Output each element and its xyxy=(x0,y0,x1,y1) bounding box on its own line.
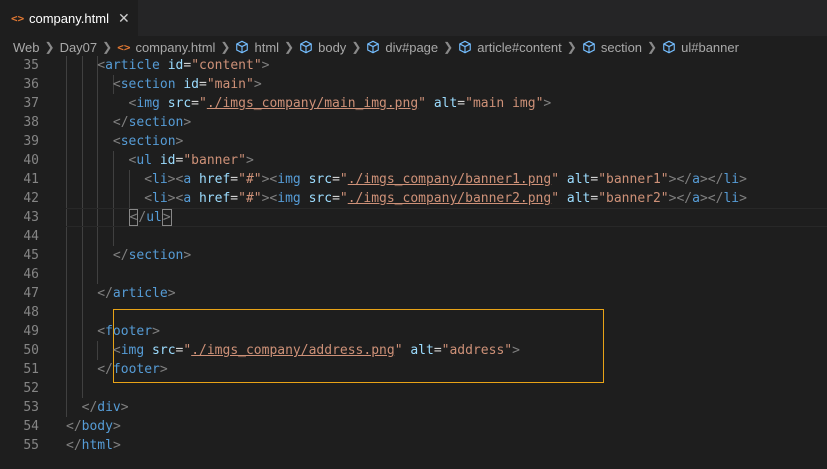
code-line: 36 <section id="main"> xyxy=(0,75,827,94)
code-text: </ul> xyxy=(128,209,172,226)
breadcrumb-item[interactable]: section xyxy=(582,40,642,55)
code-line: 41 <li><a href="#"><img src="./imgs_compa… xyxy=(0,170,827,189)
line-number: 39 xyxy=(23,134,39,149)
code-text: <footer> xyxy=(97,324,160,339)
code-line: 52 xyxy=(0,379,827,398)
code-line: 49 <footer> xyxy=(0,322,827,341)
chevron-right-icon: ❯ xyxy=(443,40,454,54)
code-text: </div> xyxy=(81,400,129,415)
breadcrumb-label: Day07 xyxy=(59,39,98,55)
code-text: </footer> xyxy=(97,362,168,377)
code-line: 46 xyxy=(0,265,827,284)
code-text: <section id="main"> xyxy=(112,77,262,92)
line-number: 43 xyxy=(23,210,39,225)
line-number: 45 xyxy=(23,248,39,263)
code-text: </section> xyxy=(112,248,192,263)
editor-tab-company-html[interactable]: <> company.html ✕ xyxy=(0,0,138,36)
cube-icon xyxy=(662,40,676,54)
code-text: <section> xyxy=(112,134,184,149)
code-text: </body> xyxy=(66,419,121,434)
line-number: 53 xyxy=(23,400,39,415)
chevron-right-icon: ❯ xyxy=(44,40,55,54)
code-line: 54 </body> xyxy=(0,417,827,436)
breadcrumb-label: div#page xyxy=(385,39,439,55)
line-number: 37 xyxy=(23,96,39,111)
line-number: 40 xyxy=(23,153,39,168)
line-number: 47 xyxy=(23,286,39,301)
code-line: 47 </article> xyxy=(0,284,827,303)
line-number: 50 xyxy=(23,343,39,358)
code-line: 45 </section> xyxy=(0,246,827,265)
breadcrumb-item[interactable]: html xyxy=(235,40,279,55)
line-number: 42 xyxy=(23,191,39,206)
code-line: 39 <section> xyxy=(0,132,827,151)
breadcrumb-label: article#content xyxy=(477,39,562,55)
tab-bar: <> company.html ✕ xyxy=(0,0,827,36)
code-text: <img src="./imgs_company/main_img.png" a… xyxy=(128,96,552,111)
line-number: 52 xyxy=(23,381,39,396)
chevron-right-icon: ❯ xyxy=(351,40,362,54)
code-text: <article id="content"> xyxy=(97,58,270,73)
code-line: 55 </html> xyxy=(0,436,827,455)
code-line: 42 <li><a href="#"><img src="./imgs_compa… xyxy=(0,189,827,208)
code-line: 51 </footer> xyxy=(0,360,827,379)
line-number: 51 xyxy=(23,362,39,377)
html-file-icon: <> xyxy=(117,40,131,54)
code-text: <ul id="banner"> xyxy=(128,153,254,168)
chevron-right-icon: ❯ xyxy=(566,40,577,54)
code-line: 43 </ul> xyxy=(0,208,827,227)
chevron-right-icon: ❯ xyxy=(102,40,113,54)
breadcrumb-label: html xyxy=(254,39,280,55)
code-line: 44 xyxy=(0,227,827,246)
cube-icon xyxy=(582,40,596,54)
html-file-icon: <> xyxy=(11,11,25,25)
breadcrumb-item[interactable]: div#page xyxy=(366,40,438,55)
cube-icon xyxy=(366,40,380,54)
cube-icon xyxy=(458,40,472,54)
code-line: 50 <img src="./imgs_company/address.png" … xyxy=(0,341,827,360)
line-number: 55 xyxy=(23,438,39,453)
cube-icon xyxy=(235,40,249,54)
breadcrumb: Web ❯ Day07 ❯ <> company.html ❯ html ❯ body ❯ div#p… xyxy=(0,36,827,58)
breadcrumb-item[interactable]: article#content xyxy=(458,40,562,55)
code-editor[interactable]: 35 <article id="content"> 36 <section id="m… xyxy=(0,56,827,469)
code-line: 53 </div> xyxy=(0,398,827,417)
chevron-right-icon: ❯ xyxy=(647,40,658,54)
breadcrumb-item[interactable]: body xyxy=(299,40,346,55)
close-icon[interactable]: ✕ xyxy=(118,10,130,27)
line-number: 36 xyxy=(23,77,39,92)
chevron-right-icon: ❯ xyxy=(284,40,295,54)
line-number: 49 xyxy=(23,324,39,339)
breadcrumb-label: company.html xyxy=(135,39,216,55)
code-text: <img src="./imgs_company/address.png" al… xyxy=(112,343,520,358)
tab-title: company.html xyxy=(29,10,109,26)
code-text: <li><a href="#"><img src="./imgs_company… xyxy=(144,191,747,206)
chevron-right-icon: ❯ xyxy=(220,40,231,54)
line-number: 48 xyxy=(23,305,39,320)
breadcrumb-item[interactable]: ul#banner xyxy=(662,40,739,55)
code-line: 37 <img src="./imgs_company/main_img.png"… xyxy=(0,94,827,113)
code-text: </article> xyxy=(97,286,176,301)
breadcrumb-item[interactable]: <> company.html xyxy=(117,40,215,55)
code-line: 38 </section> xyxy=(0,113,827,132)
line-number: 44 xyxy=(23,229,39,244)
code-line: 40 <ul id="banner"> xyxy=(0,151,827,170)
code-text: <li><a href="#"><img src="./imgs_company… xyxy=(144,172,747,187)
line-number: 35 xyxy=(23,58,39,73)
line-number: 41 xyxy=(23,172,39,187)
line-number: 54 xyxy=(23,419,39,434)
cube-icon xyxy=(299,40,313,54)
code-line: 35 <article id="content"> xyxy=(0,56,827,75)
line-number: 46 xyxy=(23,267,39,282)
breadcrumb-item[interactable]: Web xyxy=(13,40,40,55)
breadcrumb-item[interactable]: Day07 xyxy=(60,40,98,55)
line-number: 38 xyxy=(23,115,39,130)
breadcrumb-label: ul#banner xyxy=(681,39,739,55)
breadcrumb-label: Web xyxy=(13,39,40,55)
code-text: </html> xyxy=(66,438,121,453)
code-text: </section> xyxy=(112,115,192,130)
breadcrumb-label: body xyxy=(318,39,347,55)
breadcrumb-label: section xyxy=(600,39,643,55)
code-line: 48 xyxy=(0,303,827,322)
